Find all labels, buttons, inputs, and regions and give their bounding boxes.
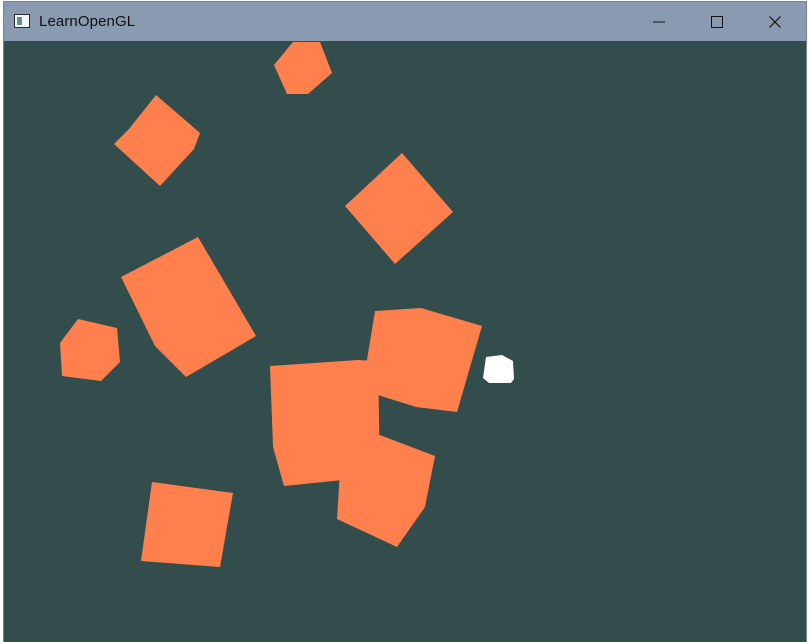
minimize-icon — [653, 21, 665, 22]
maximize-button[interactable] — [688, 2, 746, 41]
window-titlebar[interactable]: LearnOpenGL — [4, 2, 806, 41]
cube-lower-left — [141, 482, 233, 567]
cube-large-left — [121, 237, 256, 377]
rendered-scene — [60, 42, 514, 567]
cube-top-small — [274, 42, 332, 94]
close-icon — [769, 15, 781, 28]
window-title: LearnOpenGL — [39, 13, 136, 30]
lit-cubes — [60, 42, 482, 567]
close-button[interactable] — [746, 2, 804, 41]
cube-center-back-right — [362, 308, 482, 412]
cube-left-small — [60, 319, 120, 381]
opengl-window: LearnOpenGL — [4, 2, 806, 642]
minimize-button[interactable] — [630, 2, 688, 41]
app-window-icon — [14, 14, 30, 28]
light-source-cube — [483, 355, 514, 383]
cube-upper-middle — [345, 153, 453, 264]
opengl-render-viewport[interactable] — [4, 41, 806, 642]
cube-lower-middle — [337, 434, 435, 547]
maximize-icon — [711, 15, 723, 28]
cube-upper-left — [114, 95, 200, 186]
